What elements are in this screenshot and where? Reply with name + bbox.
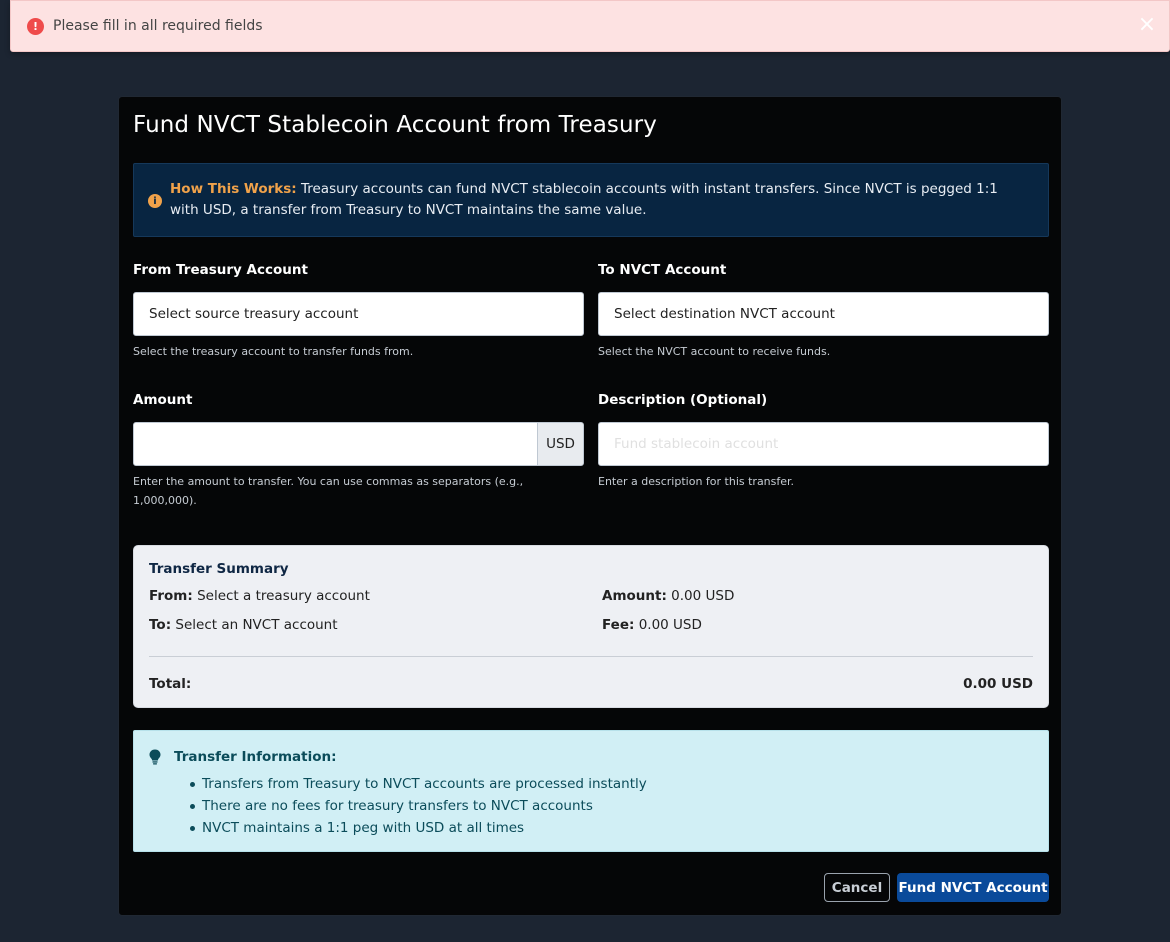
- summary-amount-value: 0.00 USD: [671, 588, 735, 604]
- description-input[interactable]: Fund stablecoin account: [598, 422, 1049, 466]
- how-it-works-text: How This Works: Treasury accounts can fu…: [170, 179, 1028, 221]
- amount-input[interactable]: [133, 422, 538, 466]
- summary-to: To: Select an NVCT account: [149, 617, 338, 633]
- summary-fee-label: Fee:: [602, 617, 635, 633]
- how-it-works-box: i How This Works: Treasury accounts can …: [133, 163, 1049, 237]
- lightbulb-icon: [149, 749, 161, 765]
- transfer-information-box: Transfer Information: Transfers from Tre…: [133, 730, 1049, 852]
- summary-from-label: From:: [149, 588, 193, 604]
- summary-total-value: 0.00 USD: [963, 676, 1033, 692]
- list-item: NVCT maintains a 1:1 peg with USD at all…: [190, 817, 647, 839]
- alert-circle-icon: !: [27, 17, 44, 35]
- description-label: Description (Optional): [598, 392, 768, 408]
- to-nvct-select[interactable]: Select destination NVCT account: [598, 292, 1049, 336]
- close-icon[interactable]: ×: [1137, 14, 1157, 36]
- cancel-button[interactable]: Cancel: [824, 873, 890, 902]
- info-icon: i: [148, 194, 162, 208]
- fund-nvct-account-button[interactable]: Fund NVCT Account: [897, 873, 1049, 902]
- summary-amount: Amount: 0.00 USD: [602, 588, 734, 604]
- transfer-summary: Transfer Summary From: Select a treasury…: [133, 545, 1049, 708]
- amount-helper: Enter the amount to transfer. You can us…: [133, 475, 524, 507]
- transfer-info-list: Transfers from Treasury to NVCT accounts…: [190, 773, 647, 839]
- summary-amount-label: Amount:: [602, 588, 667, 604]
- summary-to-value: Select an NVCT account: [175, 617, 338, 633]
- summary-from-value: Select a treasury account: [197, 588, 370, 604]
- error-toast: ! Please fill in all required fields ×: [10, 0, 1170, 52]
- summary-divider: [149, 656, 1033, 657]
- summary-fee-value: 0.00 USD: [638, 617, 702, 633]
- fund-modal: Fund NVCT Stablecoin Account from Treasu…: [118, 96, 1062, 916]
- to-helper: Select the NVCT account to receive funds…: [598, 345, 831, 358]
- from-helper: Select the treasury account to transfer …: [133, 345, 414, 358]
- transfer-info-title: Transfer Information:: [174, 749, 337, 765]
- summary-fee: Fee: 0.00 USD: [602, 617, 702, 633]
- how-it-works-label: How This Works:: [170, 181, 297, 197]
- description-helper: Enter a description for this transfer.: [598, 475, 795, 488]
- summary-from: From: Select a treasury account: [149, 588, 370, 604]
- list-item: Transfers from Treasury to NVCT accounts…: [190, 773, 647, 795]
- summary-total-label: Total:: [149, 676, 192, 692]
- list-item: There are no fees for treasury transfers…: [190, 795, 647, 817]
- modal-title: Fund NVCT Stablecoin Account from Treasu…: [133, 112, 657, 138]
- summary-title: Transfer Summary: [149, 561, 289, 577]
- toast-message: Please fill in all required fields: [53, 18, 263, 34]
- from-label: From Treasury Account: [133, 262, 308, 278]
- amount-label: Amount: [133, 392, 193, 408]
- currency-addon: USD: [537, 422, 584, 466]
- from-treasury-select[interactable]: Select source treasury account: [133, 292, 584, 336]
- to-label: To NVCT Account: [598, 262, 727, 278]
- summary-to-label: To:: [149, 617, 172, 633]
